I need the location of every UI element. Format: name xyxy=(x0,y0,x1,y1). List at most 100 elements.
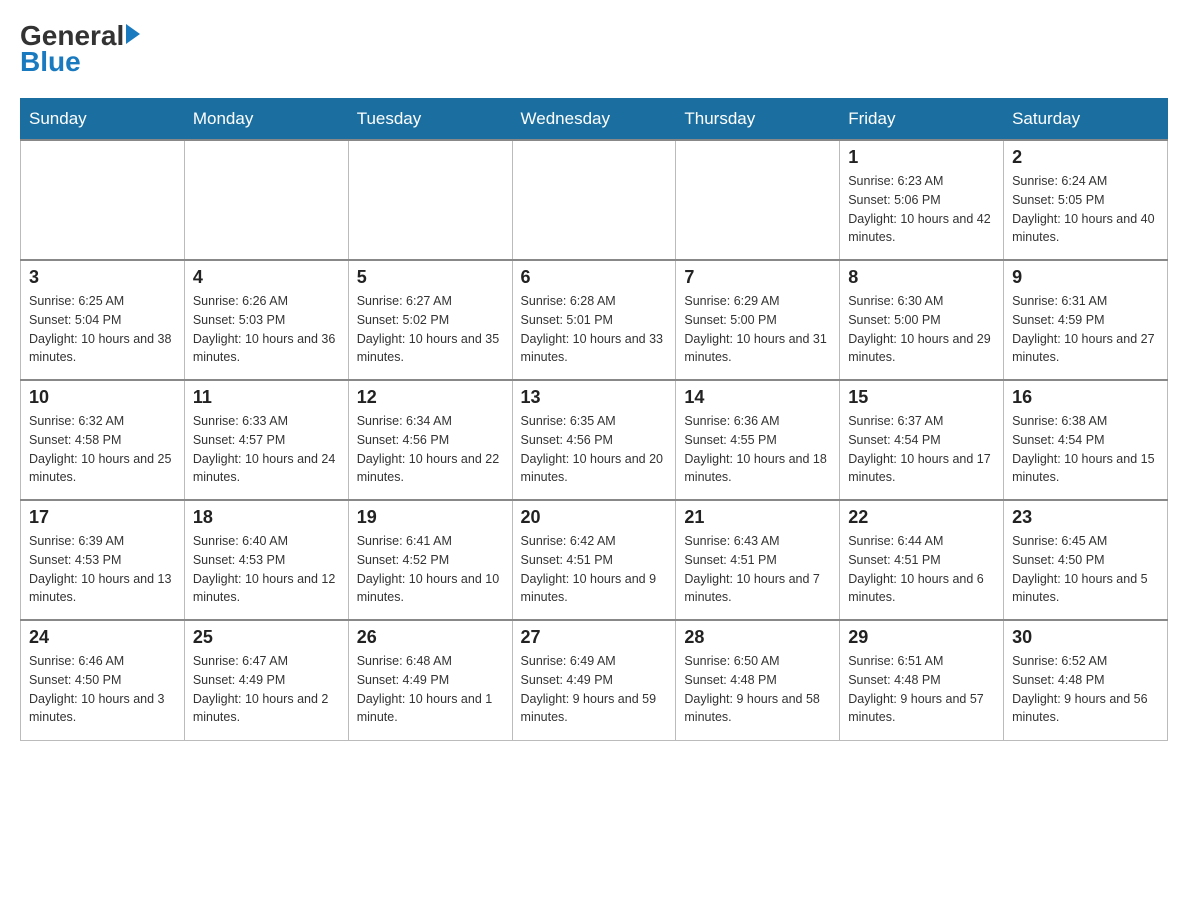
day-number: 29 xyxy=(848,627,995,648)
day-number: 15 xyxy=(848,387,995,408)
calendar-cell: 16 Sunrise: 6:38 AMSunset: 4:54 PMDayligh… xyxy=(1004,380,1168,500)
calendar-cell: 21 Sunrise: 6:43 AMSunset: 4:51 PMDayligh… xyxy=(676,500,840,620)
calendar-cell xyxy=(348,140,512,260)
calendar-cell: 5 Sunrise: 6:27 AMSunset: 5:02 PMDaylight… xyxy=(348,260,512,380)
calendar-cell: 8 Sunrise: 6:30 AMSunset: 5:00 PMDaylight… xyxy=(840,260,1004,380)
calendar-cell: 25 Sunrise: 6:47 AMSunset: 4:49 PMDayligh… xyxy=(184,620,348,740)
calendar-cell: 26 Sunrise: 6:48 AMSunset: 4:49 PMDayligh… xyxy=(348,620,512,740)
day-number: 17 xyxy=(29,507,176,528)
day-info: Sunrise: 6:29 AMSunset: 5:00 PMDaylight:… xyxy=(684,292,831,367)
day-number: 3 xyxy=(29,267,176,288)
day-info: Sunrise: 6:43 AMSunset: 4:51 PMDaylight:… xyxy=(684,532,831,607)
day-info: Sunrise: 6:27 AMSunset: 5:02 PMDaylight:… xyxy=(357,292,504,367)
calendar-cell xyxy=(676,140,840,260)
calendar-cell: 15 Sunrise: 6:37 AMSunset: 4:54 PMDayligh… xyxy=(840,380,1004,500)
day-number: 13 xyxy=(521,387,668,408)
day-info: Sunrise: 6:39 AMSunset: 4:53 PMDaylight:… xyxy=(29,532,176,607)
calendar-cell xyxy=(512,140,676,260)
day-info: Sunrise: 6:30 AMSunset: 5:00 PMDaylight:… xyxy=(848,292,995,367)
weekday-header-row: SundayMondayTuesdayWednesdayThursdayFrid… xyxy=(21,99,1168,141)
day-info: Sunrise: 6:33 AMSunset: 4:57 PMDaylight:… xyxy=(193,412,340,487)
day-number: 18 xyxy=(193,507,340,528)
weekday-header-friday: Friday xyxy=(840,99,1004,141)
day-info: Sunrise: 6:38 AMSunset: 4:54 PMDaylight:… xyxy=(1012,412,1159,487)
day-info: Sunrise: 6:46 AMSunset: 4:50 PMDaylight:… xyxy=(29,652,176,727)
logo-blue: Blue xyxy=(20,46,81,78)
calendar-cell: 27 Sunrise: 6:49 AMSunset: 4:49 PMDayligh… xyxy=(512,620,676,740)
calendar-table: SundayMondayTuesdayWednesdayThursdayFrid… xyxy=(20,98,1168,741)
calendar-cell: 24 Sunrise: 6:46 AMSunset: 4:50 PMDayligh… xyxy=(21,620,185,740)
day-number: 4 xyxy=(193,267,340,288)
day-number: 16 xyxy=(1012,387,1159,408)
day-number: 20 xyxy=(521,507,668,528)
calendar-cell xyxy=(21,140,185,260)
day-info: Sunrise: 6:42 AMSunset: 4:51 PMDaylight:… xyxy=(521,532,668,607)
day-info: Sunrise: 6:45 AMSunset: 4:50 PMDaylight:… xyxy=(1012,532,1159,607)
calendar-cell: 20 Sunrise: 6:42 AMSunset: 4:51 PMDayligh… xyxy=(512,500,676,620)
weekday-header-wednesday: Wednesday xyxy=(512,99,676,141)
day-info: Sunrise: 6:41 AMSunset: 4:52 PMDaylight:… xyxy=(357,532,504,607)
week-row-5: 24 Sunrise: 6:46 AMSunset: 4:50 PMDayligh… xyxy=(21,620,1168,740)
week-row-3: 10 Sunrise: 6:32 AMSunset: 4:58 PMDayligh… xyxy=(21,380,1168,500)
calendar-cell: 18 Sunrise: 6:40 AMSunset: 4:53 PMDayligh… xyxy=(184,500,348,620)
calendar-cell: 13 Sunrise: 6:35 AMSunset: 4:56 PMDayligh… xyxy=(512,380,676,500)
calendar-cell: 23 Sunrise: 6:45 AMSunset: 4:50 PMDayligh… xyxy=(1004,500,1168,620)
day-number: 27 xyxy=(521,627,668,648)
day-info: Sunrise: 6:37 AMSunset: 4:54 PMDaylight:… xyxy=(848,412,995,487)
logo: General Blue xyxy=(20,20,140,78)
calendar-cell: 28 Sunrise: 6:50 AMSunset: 4:48 PMDayligh… xyxy=(676,620,840,740)
day-number: 23 xyxy=(1012,507,1159,528)
calendar-cell: 7Sunrise: 6:29 AMSunset: 5:00 PMDaylight… xyxy=(676,260,840,380)
calendar-cell: 9 Sunrise: 6:31 AMSunset: 4:59 PMDaylight… xyxy=(1004,260,1168,380)
day-number: 21 xyxy=(684,507,831,528)
weekday-header-monday: Monday xyxy=(184,99,348,141)
day-number: 14 xyxy=(684,387,831,408)
day-info: Sunrise: 6:50 AMSunset: 4:48 PMDaylight:… xyxy=(684,652,831,727)
day-number: 9 xyxy=(1012,267,1159,288)
day-info: Sunrise: 6:44 AMSunset: 4:51 PMDaylight:… xyxy=(848,532,995,607)
day-number: 6 xyxy=(521,267,668,288)
day-info: Sunrise: 6:31 AMSunset: 4:59 PMDaylight:… xyxy=(1012,292,1159,367)
day-info: Sunrise: 6:32 AMSunset: 4:58 PMDaylight:… xyxy=(29,412,176,487)
day-info: Sunrise: 6:28 AMSunset: 5:01 PMDaylight:… xyxy=(521,292,668,367)
day-info: Sunrise: 6:49 AMSunset: 4:49 PMDaylight:… xyxy=(521,652,668,727)
calendar-cell: 6 Sunrise: 6:28 AMSunset: 5:01 PMDaylight… xyxy=(512,260,676,380)
calendar-cell: 4 Sunrise: 6:26 AMSunset: 5:03 PMDaylight… xyxy=(184,260,348,380)
day-number: 19 xyxy=(357,507,504,528)
day-info: Sunrise: 6:35 AMSunset: 4:56 PMDaylight:… xyxy=(521,412,668,487)
logo-arrow-icon xyxy=(126,24,140,44)
calendar-cell: 1Sunrise: 6:23 AMSunset: 5:06 PMDaylight… xyxy=(840,140,1004,260)
day-number: 8 xyxy=(848,267,995,288)
day-info: Sunrise: 6:36 AMSunset: 4:55 PMDaylight:… xyxy=(684,412,831,487)
day-info: Sunrise: 6:47 AMSunset: 4:49 PMDaylight:… xyxy=(193,652,340,727)
day-number: 10 xyxy=(29,387,176,408)
calendar-cell: 10 Sunrise: 6:32 AMSunset: 4:58 PMDayligh… xyxy=(21,380,185,500)
calendar-cell: 29 Sunrise: 6:51 AMSunset: 4:48 PMDayligh… xyxy=(840,620,1004,740)
calendar-cell xyxy=(184,140,348,260)
day-number: 5 xyxy=(357,267,504,288)
day-number: 12 xyxy=(357,387,504,408)
calendar-cell: 30Sunrise: 6:52 AMSunset: 4:48 PMDayligh… xyxy=(1004,620,1168,740)
day-info: Sunrise: 6:52 AMSunset: 4:48 PMDaylight:… xyxy=(1012,652,1159,727)
calendar-cell: 3Sunrise: 6:25 AMSunset: 5:04 PMDaylight… xyxy=(21,260,185,380)
calendar-cell: 12Sunrise: 6:34 AMSunset: 4:56 PMDayligh… xyxy=(348,380,512,500)
day-info: Sunrise: 6:26 AMSunset: 5:03 PMDaylight:… xyxy=(193,292,340,367)
day-number: 1 xyxy=(848,147,995,168)
day-info: Sunrise: 6:51 AMSunset: 4:48 PMDaylight:… xyxy=(848,652,995,727)
weekday-header-tuesday: Tuesday xyxy=(348,99,512,141)
calendar-cell: 11 Sunrise: 6:33 AMSunset: 4:57 PMDayligh… xyxy=(184,380,348,500)
day-number: 26 xyxy=(357,627,504,648)
day-number: 2 xyxy=(1012,147,1159,168)
day-number: 11 xyxy=(193,387,340,408)
weekday-header-sunday: Sunday xyxy=(21,99,185,141)
day-number: 28 xyxy=(684,627,831,648)
day-info: Sunrise: 6:48 AMSunset: 4:49 PMDaylight:… xyxy=(357,652,504,727)
day-number: 25 xyxy=(193,627,340,648)
day-info: Sunrise: 6:24 AMSunset: 5:05 PMDaylight:… xyxy=(1012,172,1159,247)
calendar-cell: 19 Sunrise: 6:41 AMSunset: 4:52 PMDayligh… xyxy=(348,500,512,620)
calendar-cell: 2 Sunrise: 6:24 AMSunset: 5:05 PMDaylight… xyxy=(1004,140,1168,260)
day-number: 24 xyxy=(29,627,176,648)
week-row-2: 3Sunrise: 6:25 AMSunset: 5:04 PMDaylight… xyxy=(21,260,1168,380)
day-info: Sunrise: 6:40 AMSunset: 4:53 PMDaylight:… xyxy=(193,532,340,607)
weekday-header-saturday: Saturday xyxy=(1004,99,1168,141)
